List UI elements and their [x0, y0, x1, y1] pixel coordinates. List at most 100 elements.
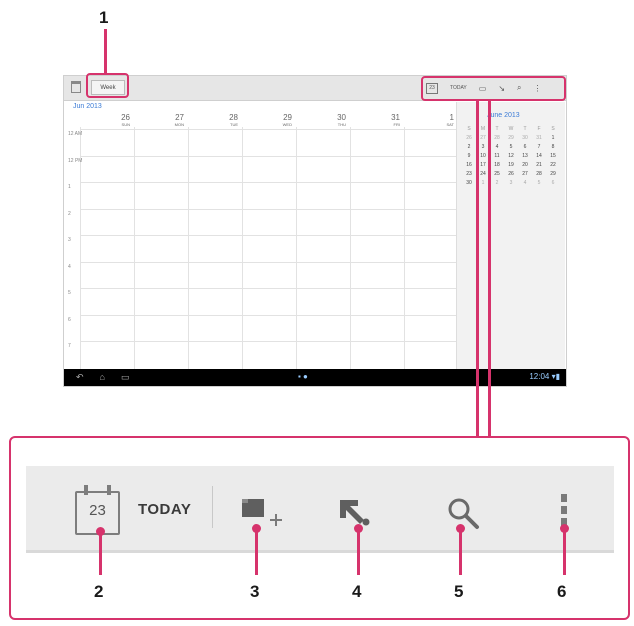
day-date: 27 — [175, 113, 184, 122]
mini-day[interactable]: 29 — [504, 135, 518, 141]
pointer-line-3 — [255, 528, 258, 575]
day-header[interactable]: 27 MON — [134, 113, 184, 127]
mini-day[interactable]: 23 — [462, 171, 476, 177]
day-column-line — [134, 127, 135, 369]
day-weekday: MON — [174, 122, 184, 127]
mini-day[interactable]: 30 — [462, 180, 476, 186]
status-clock: 12:04 ▾▮ — [529, 372, 560, 381]
day-header[interactable]: 28 TUE — [188, 113, 238, 127]
calendar-app-icon[interactable] — [71, 81, 81, 93]
callout-frame-toolbar — [421, 76, 566, 101]
mini-day[interactable]: 21 — [532, 162, 546, 168]
day-column-line — [296, 127, 297, 369]
home-icon[interactable]: ⌂ — [100, 372, 105, 383]
mini-day[interactable]: 6 — [518, 144, 532, 150]
clock-text: 12:04 — [529, 372, 550, 381]
mini-weekday: S — [467, 126, 471, 132]
mini-day[interactable]: 19 — [504, 162, 518, 168]
callout-number-1: 1 — [99, 8, 109, 27]
mini-day[interactable]: 29 — [546, 171, 560, 177]
mini-day[interactable]: 20 — [518, 162, 532, 168]
day-header[interactable]: 26 SUN — [80, 113, 130, 127]
mini-day[interactable]: 4 — [518, 180, 532, 186]
day-weekday: THU — [337, 122, 346, 127]
day-weekday: TUE — [230, 122, 238, 127]
mini-weekday: F — [537, 126, 541, 132]
time-label: 5 — [68, 290, 71, 296]
mini-day[interactable]: 22 — [546, 162, 560, 168]
mini-day[interactable]: 7 — [532, 144, 546, 150]
back-icon[interactable]: ↶ — [76, 372, 84, 383]
mini-day[interactable]: 5 — [532, 180, 546, 186]
mini-day[interactable]: 18 — [490, 162, 504, 168]
hour-line — [80, 182, 458, 183]
day-column-line — [404, 127, 405, 369]
callout-line-1 — [104, 29, 107, 74]
mini-day[interactable]: 31 — [532, 135, 546, 141]
mini-day[interactable]: 25 — [490, 171, 504, 177]
time-label: 12 AM — [68, 131, 83, 137]
day-weekday: FRI — [393, 122, 400, 127]
mini-day[interactable]: 28 — [532, 171, 546, 177]
mini-day[interactable]: 27 — [518, 171, 532, 177]
mini-day[interactable]: 15 — [546, 153, 560, 159]
time-label: 6 — [68, 316, 71, 323]
hour-line — [80, 235, 458, 236]
time-label: 4 — [68, 263, 71, 270]
pointer-line-4 — [357, 528, 360, 575]
callout-number-4: 4 — [352, 582, 362, 601]
callout-number-6: 6 — [557, 582, 567, 601]
mini-day[interactable]: 2 — [490, 180, 504, 186]
mini-weekday: W — [508, 126, 514, 132]
mini-day[interactable]: 13 — [518, 153, 532, 159]
action-divider — [212, 486, 213, 528]
day-header[interactable]: 1 SAT — [404, 113, 454, 127]
pointer-line-6 — [563, 528, 566, 575]
mini-day[interactable]: 26 — [504, 171, 518, 177]
time-label: 2 — [68, 210, 71, 217]
callout-number-3: 3 — [250, 582, 260, 601]
month-label: Jun 2013 — [73, 103, 102, 110]
mini-month-title: June 2013 — [487, 112, 520, 119]
day-column-line — [350, 127, 351, 369]
day-column-line — [242, 127, 243, 369]
mini-day[interactable]: 30 — [518, 135, 532, 141]
mini-day[interactable]: 12 — [504, 153, 518, 159]
today-button[interactable]: TODAY — [138, 501, 191, 518]
search-icon[interactable] — [445, 495, 485, 535]
day-weekday: SUN — [121, 122, 130, 127]
mini-day[interactable]: 6 — [546, 180, 560, 186]
day-header[interactable]: 30 THU — [296, 113, 346, 127]
day-header[interactable]: 29 WED — [242, 113, 292, 127]
hour-line — [80, 314, 458, 316]
mini-weekday: T — [523, 126, 527, 132]
mini-day[interactable]: 26 — [462, 135, 476, 141]
mini-day[interactable]: 1 — [546, 135, 560, 141]
mini-day[interactable]: 11 — [490, 153, 504, 159]
mini-day[interactable]: 28 — [490, 135, 504, 141]
mini-day[interactable]: 8 — [546, 144, 560, 150]
time-label: 3 — [68, 237, 71, 243]
day-date: 31 — [391, 113, 400, 122]
mini-weekday: T — [495, 126, 499, 132]
recent-apps-icon[interactable]: ▭ — [121, 372, 130, 383]
mini-day[interactable]: 4 — [490, 144, 504, 150]
mini-day[interactable]: 16 — [462, 162, 476, 168]
mini-day[interactable]: 3 — [504, 180, 518, 186]
mini-month-panel: June 2013 S M T W T F S 26 27 28 29 30 31 1 2 3 4 5 6 7 8 9 10… — [456, 102, 565, 369]
mini-day[interactable]: 14 — [532, 153, 546, 159]
mini-day[interactable]: 5 — [504, 144, 518, 150]
day-header[interactable]: 31 FRI — [350, 113, 400, 127]
hour-line — [80, 129, 458, 130]
new-event-icon[interactable] — [240, 496, 286, 536]
mini-day[interactable]: 2 — [462, 144, 476, 150]
callout-frame-1 — [86, 73, 129, 98]
tablet-screen: Week 23 TODAY ▭ ↘ ⌕ ⋮ Jun 2013 26 SUN 27 MO… — [63, 75, 567, 387]
day-date: 29 — [283, 113, 292, 122]
calendar-day-number: 23 — [89, 502, 106, 519]
notification-icons: ▪ ● — [298, 372, 308, 381]
pointer-line-2 — [99, 531, 102, 575]
mini-day[interactable]: 9 — [462, 153, 476, 159]
callout-number-5: 5 — [454, 582, 464, 601]
day-date: 30 — [337, 113, 346, 122]
